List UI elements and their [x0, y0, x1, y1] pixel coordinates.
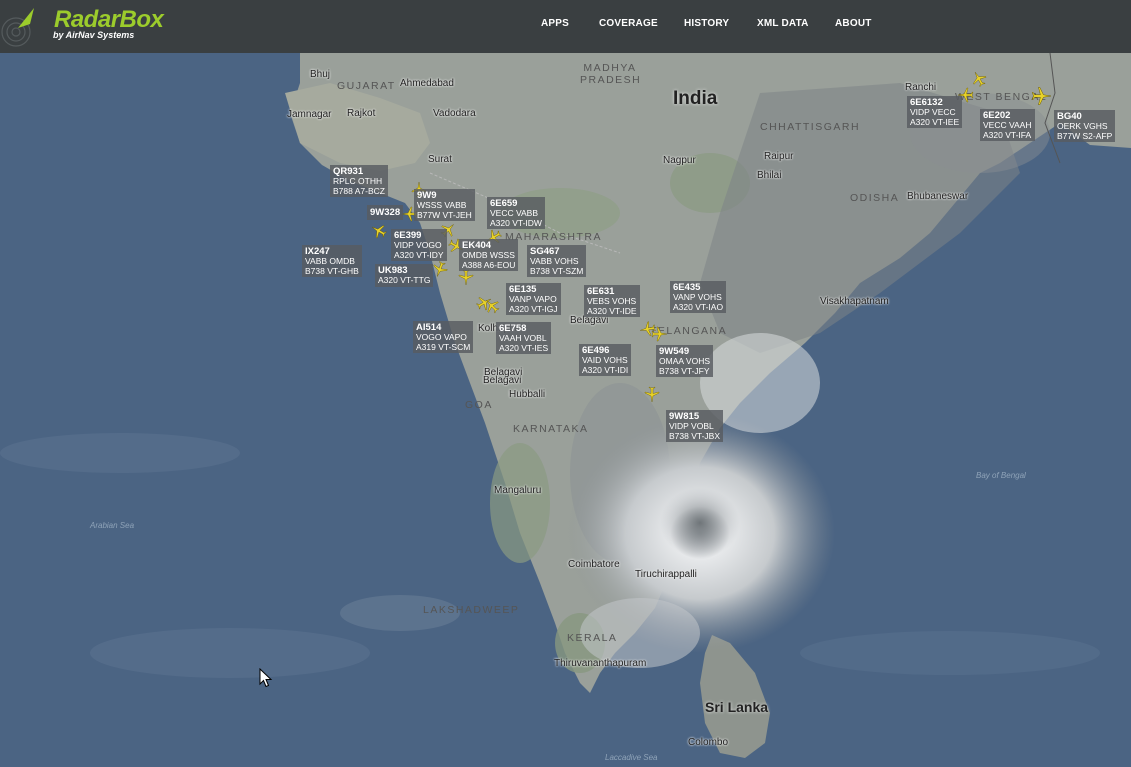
sea-label-bay-of-bengal: Bay of Bengal — [976, 471, 1026, 480]
flight-label[interactable]: 6E135 VANP VAPO A320 VT-IGJ — [506, 283, 561, 315]
flight-callsign: 9W328 — [370, 207, 401, 218]
flight-label[interactable]: 6E631 VEBS VOHS A320 VT-IDE — [584, 285, 640, 317]
region-label-odisha: ODISHA — [850, 192, 900, 204]
flight-aircraft: B77W S2-AFP — [1057, 130, 1113, 141]
city-label: Surat — [428, 154, 452, 165]
region-label-madhya-pradesh: MADHYA PRADESH — [580, 62, 642, 86]
flight-aircraft: B738 VT-GHB — [305, 265, 359, 276]
country-label-sri-lanka: Sri Lanka — [705, 699, 769, 715]
flight-aircraft: A319 VT-SCM — [416, 341, 471, 352]
region-label-lakshadweep: LAKSHADWEEP — [423, 604, 520, 616]
flight-aircraft: A320 VT-IDW — [490, 217, 542, 228]
flight-aircraft: A388 A6-EOU — [462, 259, 516, 270]
flight-label[interactable]: EK404 OMDB WSSS A388 A6-EOU — [459, 239, 519, 271]
city-label: Mangaluru — [494, 485, 542, 496]
nav-history[interactable]: HISTORY — [684, 18, 729, 29]
flight-aircraft: A320 VT-IDE — [587, 305, 637, 316]
city-label: Thiruvananthapuram — [554, 658, 647, 669]
aircraft-icon[interactable] — [1031, 86, 1051, 106]
mouse-cursor-icon — [259, 668, 273, 688]
nav-apps[interactable]: APPS — [541, 18, 569, 29]
aircraft-icon[interactable] — [644, 386, 660, 402]
flight-map[interactable]: India Sri Lanka MADHYA PRADESH GUJARAT C… — [0, 53, 1131, 767]
sea-label-laccadive-sea: Laccadive Sea — [605, 753, 658, 762]
flight-aircraft: A320 VT-IEE — [910, 116, 960, 127]
flight-label[interactable]: AI514 VOGO VAPO A319 VT-SCM — [413, 321, 474, 353]
region-label-karnataka: KARNATAKA — [513, 423, 589, 435]
region-label-goa: GOA — [465, 399, 493, 411]
flight-aircraft: B738 VT-SZM — [530, 265, 584, 276]
flight-label[interactable]: 6E6132 VIDP VECC A320 VT-IEE — [907, 96, 963, 128]
flight-route: A320 VT-TTG — [378, 275, 431, 285]
flight-aircraft: A320 VT-IFA — [983, 129, 1032, 140]
city-label: Tiruchirappalli — [635, 569, 697, 580]
flight-label[interactable]: UK983 A320 VT-TTG — [375, 264, 434, 287]
city-label: Coimbatore — [568, 559, 620, 570]
flight-label[interactable]: 6E435 VANP VOHS A320 VT-IAO — [670, 281, 727, 313]
city-label: Vadodara — [433, 108, 476, 119]
flight-label[interactable]: 9W815 VIDP VOBL B738 VT-JBX — [666, 410, 724, 442]
city-label: Raipur — [764, 151, 794, 162]
flight-label[interactable]: 6E202 VECC VAAH A320 VT-IFA — [980, 109, 1035, 141]
flight-label[interactable]: 6E496 VAID VOHS A320 VT-IDI — [579, 344, 632, 376]
flight-label[interactable]: 9W328 — [367, 205, 404, 220]
nav-xml-data[interactable]: XML DATA — [757, 18, 809, 29]
city-label: Visakhapatnam — [820, 296, 889, 307]
country-label-india: India — [673, 88, 718, 109]
sea-label-arabian-sea: Arabian Sea — [90, 521, 135, 530]
city-label: Jamnagar — [287, 109, 332, 120]
flight-aircraft: A320 VT-IAO — [673, 301, 724, 312]
city-label: Belagavi — [484, 367, 523, 378]
region-label-gujarat: GUJARAT — [337, 80, 396, 92]
radar-logo-icon[interactable] — [0, 2, 50, 52]
nav-coverage[interactable]: COVERAGE — [599, 18, 658, 29]
flight-label[interactable]: 9W9 WSSS VABB B77W VT-JEH — [414, 189, 475, 221]
city-label: Ranchi — [905, 82, 937, 93]
flight-label[interactable]: 6E758 VAAH VOBL A320 VT-IES — [496, 322, 552, 354]
flight-aircraft: A320 VT-IDI — [582, 364, 629, 375]
flight-aircraft: A320 VT-IGJ — [509, 303, 558, 314]
flight-label[interactable]: 9W549 OMAA VOHS B738 VT-JFY — [656, 345, 714, 377]
nav-about[interactable]: ABOUT — [835, 18, 872, 29]
flight-label[interactable]: BG40 OERK VGHS B77W S2-AFP — [1054, 110, 1116, 142]
flight-aircraft: A320 VT-IDY — [394, 249, 444, 260]
flight-aircraft: B738 VT-JBX — [669, 430, 721, 441]
flight-aircraft: A320 VT-IES — [499, 342, 549, 353]
city-label: Bhuj — [310, 69, 331, 80]
aircraft-icon[interactable] — [651, 326, 667, 342]
flight-aircraft: B738 VT-JFY — [659, 365, 710, 376]
flight-aircraft: B788 A7-BCZ — [333, 185, 385, 196]
logo-tagline: by AirNav Systems — [53, 30, 135, 40]
region-label-chhattisgarh: CHHATTISGARH — [760, 121, 861, 133]
city-label: Nagpur — [663, 155, 696, 166]
flight-label[interactable]: SG467 VABB VOHS B738 VT-SZM — [527, 245, 587, 277]
flight-label[interactable]: 6E659 VECC VABB A320 VT-IDW — [487, 197, 545, 229]
top-navigation-bar: RadarBox by AirNav Systems APPS COVERAGE… — [0, 0, 1131, 53]
flight-label[interactable]: 6E399 VIDP VOGO A320 VT-IDY — [391, 229, 447, 261]
city-label: Hubballi — [509, 389, 546, 400]
aircraft-icon[interactable] — [458, 269, 474, 285]
city-label: Colombo — [688, 737, 729, 748]
flight-label[interactable]: IX247 VABB OMDB B738 VT-GHB — [302, 245, 362, 277]
region-label-maharashtra: MAHARASHTRA — [505, 231, 603, 243]
city-label: Ahmedabad — [400, 78, 454, 89]
city-label: Bhilai — [757, 170, 782, 181]
city-label: Rajkot — [347, 108, 376, 119]
city-label: Bhubaneswar — [907, 191, 969, 202]
flight-label[interactable]: QR931 RPLC OTHH B788 A7-BCZ — [330, 165, 388, 197]
flight-aircraft: B77W VT-JEH — [417, 209, 472, 220]
region-label-kerala: KERALA — [567, 632, 618, 644]
